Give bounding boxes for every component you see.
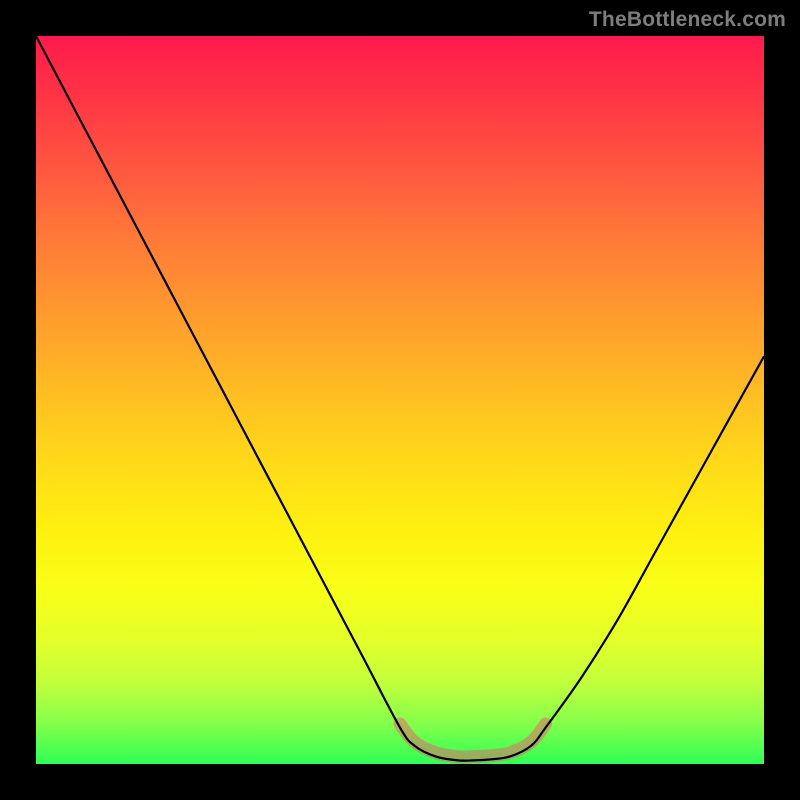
chart-stage: TheBottleneck.com — [0, 0, 800, 800]
optimal-flat-band — [400, 724, 546, 757]
watermark-text: TheBottleneck.com — [589, 8, 786, 32]
plot-area — [36, 36, 764, 764]
curve-svg — [36, 36, 764, 764]
bottleneck-curve — [36, 36, 764, 761]
